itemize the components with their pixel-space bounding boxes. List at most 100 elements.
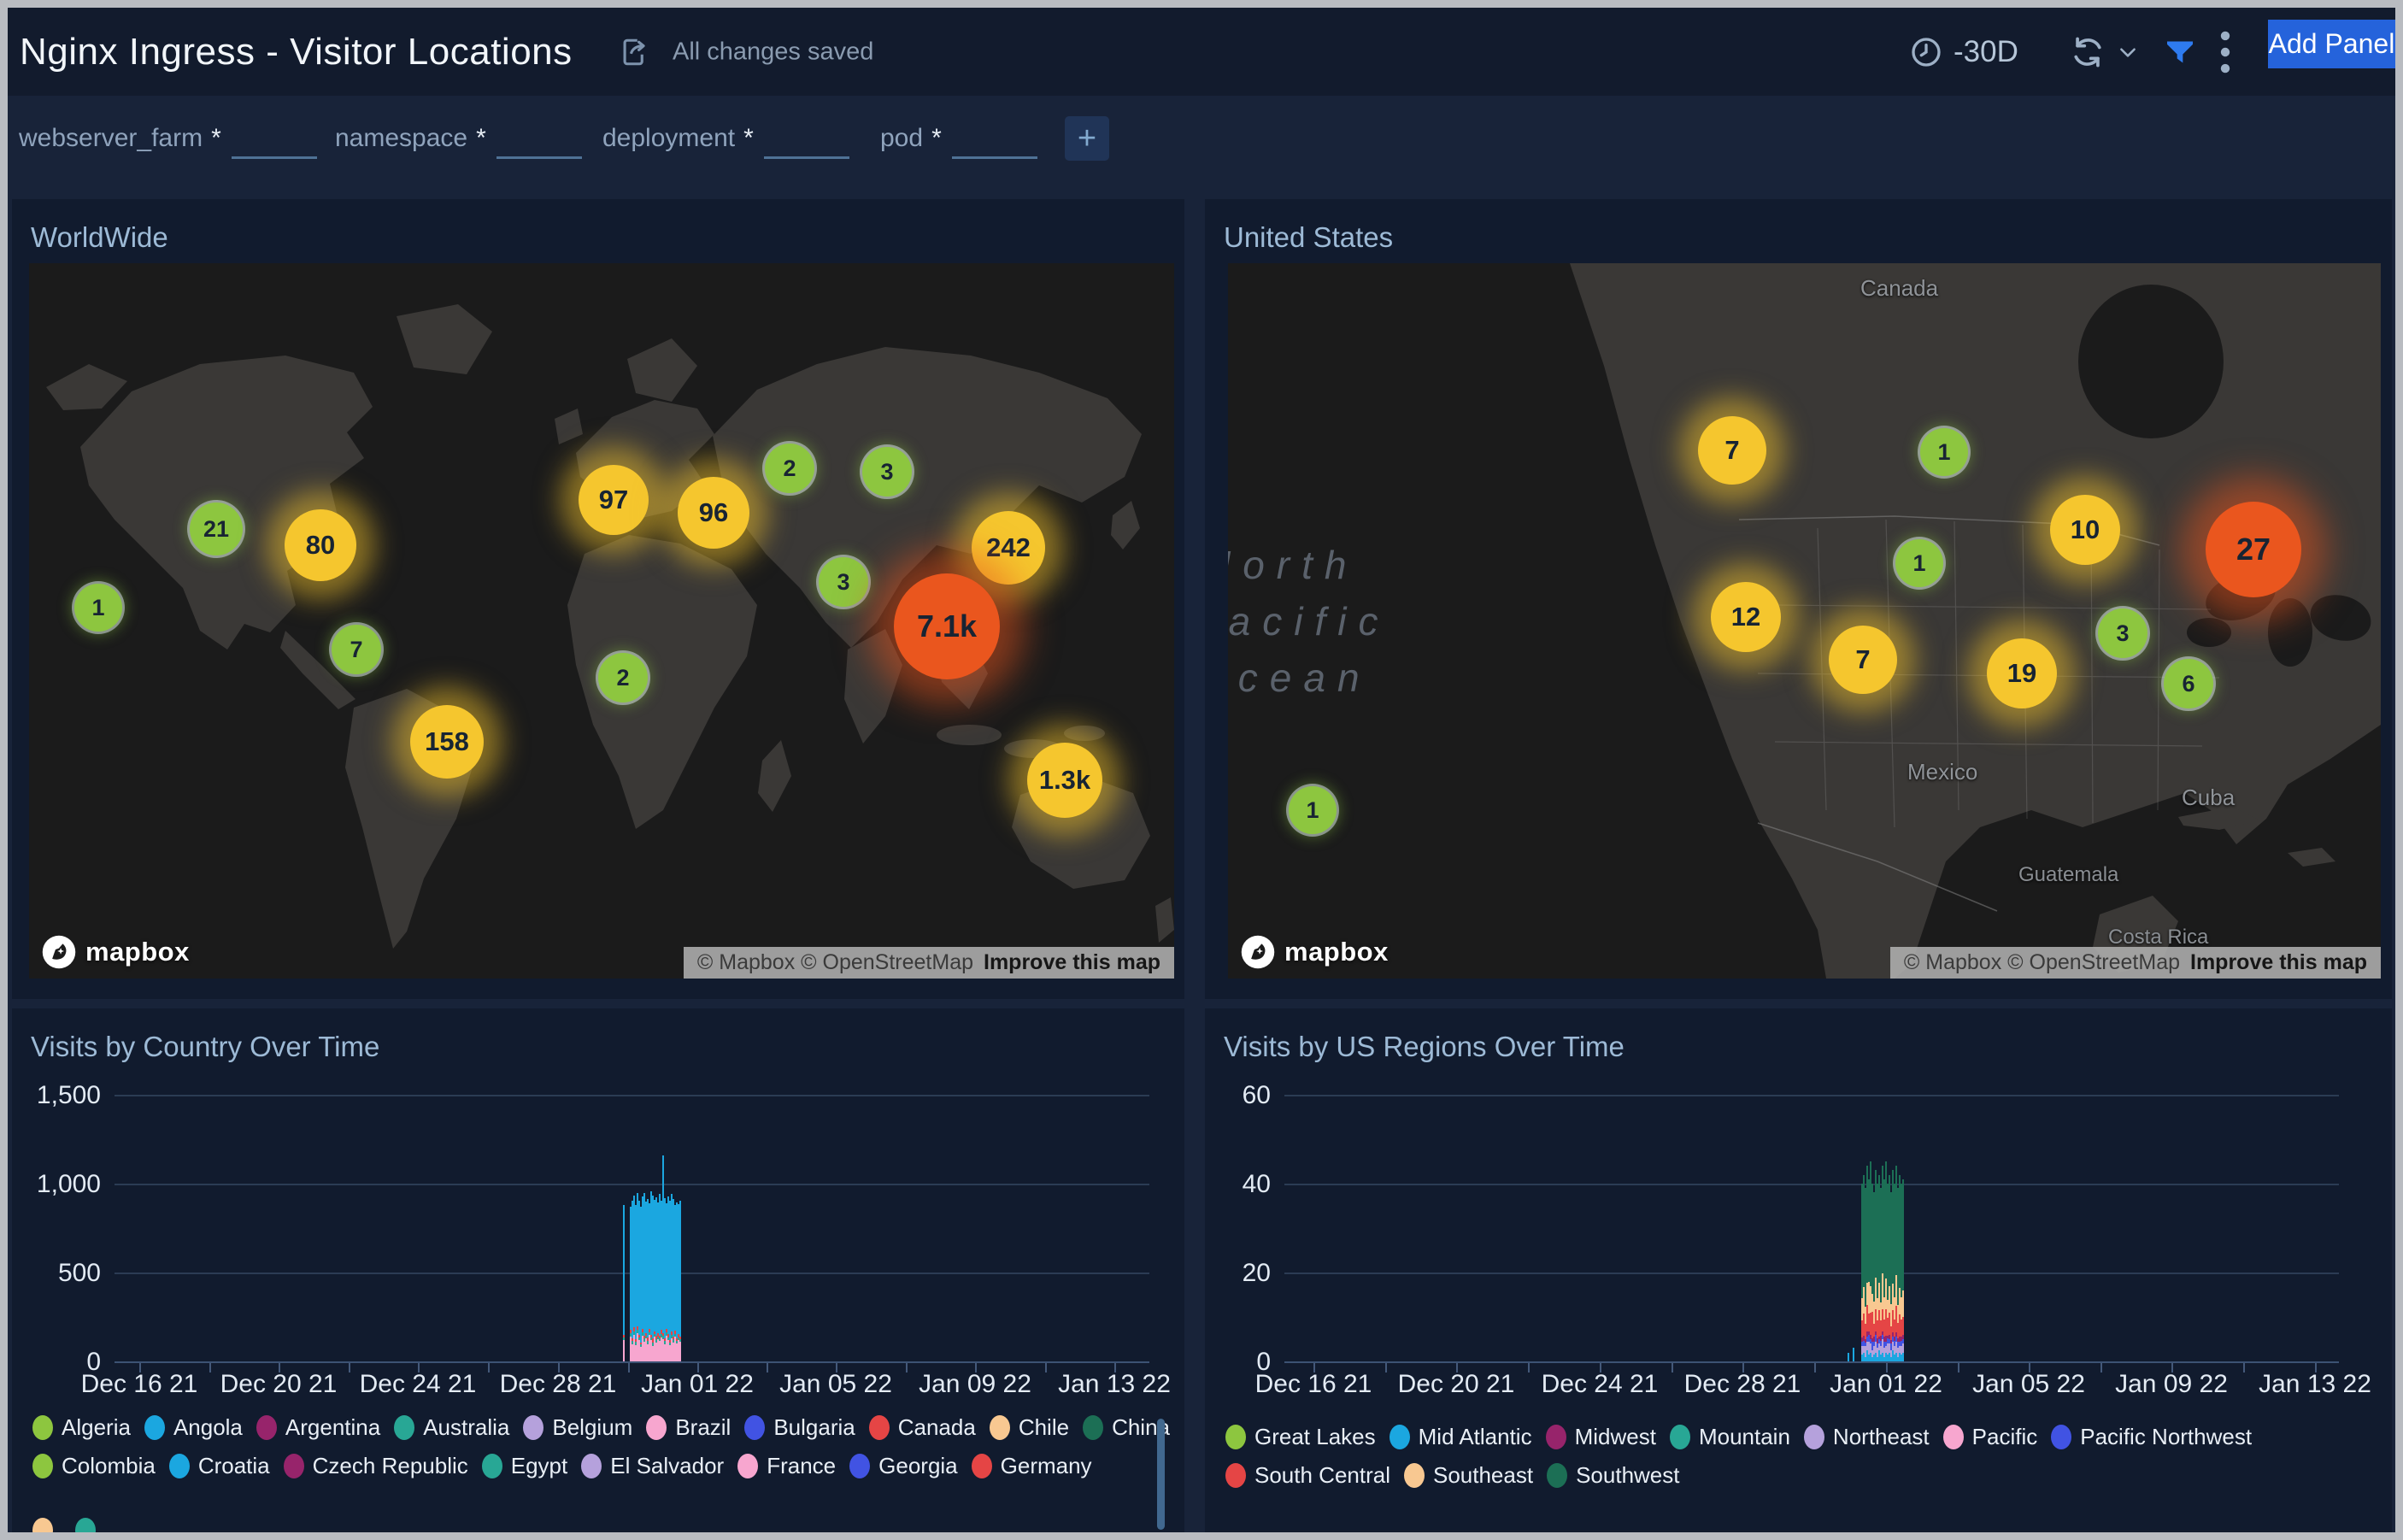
legend-item-canada[interactable]: Canada — [869, 1414, 976, 1441]
legend-item-mid-atlantic[interactable]: Mid Atlantic — [1390, 1424, 1532, 1450]
legend-label: Midwest — [1575, 1424, 1656, 1450]
y-axis-label: 500 — [12, 1259, 101, 1288]
filter-variable-pod: pod* — [880, 118, 1037, 159]
map-bubble-1[interactable]: 1 — [74, 584, 122, 632]
map-bubble-7.1k[interactable]: 7.1k — [894, 573, 1000, 679]
filter-input[interactable] — [764, 121, 849, 159]
refresh-icon — [2069, 33, 2106, 71]
map-bubble-1[interactable]: 1 — [1920, 428, 1968, 476]
map-bubble-7[interactable]: 7 — [1829, 626, 1897, 694]
legend-row — [32, 1518, 104, 1532]
legend-item-egypt[interactable]: Egypt — [482, 1453, 568, 1479]
map-label-ocean: Ocean — [1228, 655, 1372, 701]
legend-item-belgium[interactable]: Belgium — [523, 1414, 632, 1441]
legend-item-france[interactable]: France — [737, 1453, 836, 1479]
dashboard-variables-bar: webserver_farm*namespace*deployment*pod*… — [8, 96, 2395, 181]
legend-label: Germany — [1001, 1453, 1092, 1479]
legend-label: Mountain — [1699, 1424, 1790, 1450]
improve-map-link[interactable]: Improve this map — [984, 950, 1160, 975]
legend-item-colombia[interactable]: Colombia — [32, 1453, 156, 1479]
legend-item-australia[interactable]: Australia — [394, 1414, 509, 1441]
legend-item-czech-republic[interactable]: Czech Republic — [284, 1453, 468, 1479]
map-label-guatemala: Guatemala — [2018, 863, 2118, 887]
map-bubble-27[interactable]: 27 — [2206, 502, 2301, 597]
map-bubble-19[interactable]: 19 — [1987, 638, 2057, 708]
add-panel-button[interactable]: Add Panel — [2268, 20, 2395, 68]
more-menu-button[interactable] — [2219, 8, 2231, 96]
map-bubble-80[interactable]: 80 — [285, 509, 356, 581]
filter-input[interactable] — [496, 121, 582, 159]
x-axis-tick — [1886, 1363, 1888, 1372]
improve-map-link[interactable]: Improve this map — [2190, 950, 2367, 975]
clock-icon — [1909, 35, 1943, 69]
legend-label: Algeria — [62, 1414, 131, 1441]
time-range-control[interactable]: -30D — [1909, 8, 2018, 96]
legend-scrollbar[interactable] — [1157, 1419, 1165, 1530]
legend-item-chile[interactable]: Chile — [990, 1414, 1069, 1441]
legend-item-germany[interactable]: Germany — [972, 1453, 1092, 1479]
map-bubble-10[interactable]: 10 — [2050, 495, 2120, 565]
mapbox-icon — [41, 934, 77, 970]
legend-item-georgia[interactable]: Georgia — [849, 1453, 958, 1479]
map-bubble-96[interactable]: 96 — [678, 477, 749, 549]
legend-item-argentina[interactable]: Argentina — [256, 1414, 380, 1441]
legend-item-pacific-northwest[interactable]: Pacific Northwest — [2051, 1424, 2252, 1450]
legend-item-bulgaria[interactable]: Bulgaria — [744, 1414, 855, 1441]
legend-item-pacific[interactable]: Pacific — [1943, 1424, 2038, 1450]
filter-input[interactable] — [232, 121, 317, 159]
map-bubble-242[interactable]: 242 — [972, 511, 1045, 585]
filter-variable-deployment: deployment* — [602, 118, 849, 159]
legend-item-algeria[interactable]: Algeria — [32, 1414, 131, 1441]
x-axis-label: Jan 05 22 — [1952, 1370, 2106, 1399]
map-bubble-7[interactable]: 7 — [332, 625, 381, 674]
x-axis-tick — [697, 1363, 699, 1372]
filter-label: pod — [880, 118, 923, 159]
x-axis-label: Dec 24 21 — [1523, 1370, 1677, 1399]
legend-label: Argentina — [285, 1414, 380, 1441]
map-bubble-158[interactable]: 158 — [410, 705, 484, 779]
legend-item-southeast[interactable]: Southeast — [1404, 1462, 1533, 1489]
legend-item-great-lakes[interactable]: Great Lakes — [1225, 1424, 1376, 1450]
map-bubble-2[interactable]: 2 — [598, 653, 648, 702]
share-icon[interactable] — [616, 33, 654, 71]
us-map[interactable]: 711027112371961CanadaNorthPacificOceanMe… — [1228, 263, 2381, 979]
legend-item-el-salvador[interactable]: El Salvador — [581, 1453, 724, 1479]
map-bubble-97[interactable]: 97 — [579, 465, 649, 535]
legend-dot — [646, 1415, 667, 1440]
legend-item-south-central[interactable]: South Central — [1225, 1462, 1390, 1489]
y-axis-label: 1,500 — [12, 1081, 101, 1110]
map-bubble-1.3k[interactable]: 1.3k — [1027, 743, 1102, 818]
legend-item-brazil[interactable]: Brazil — [646, 1414, 731, 1441]
map-bubble-1[interactable]: 1 — [1895, 539, 1943, 587]
mapbox-logo-text: mapbox — [85, 937, 190, 967]
map-bubble-3[interactable]: 3 — [862, 447, 912, 497]
filter-button[interactable] — [2163, 8, 2197, 96]
legend-item-mountain[interactable]: Mountain — [1670, 1424, 1790, 1450]
mapbox-logo[interactable]: mapbox — [41, 934, 190, 970]
legend-item-croatia[interactable]: Croatia — [169, 1453, 270, 1479]
legend-item-midwest[interactable]: Midwest — [1546, 1424, 1656, 1450]
legend-item-clipped[interactable] — [75, 1518, 104, 1532]
map-bubble-2[interactable]: 2 — [765, 444, 814, 493]
map-bubble-1[interactable]: 1 — [1289, 786, 1337, 834]
attribution-text: © Mapbox © OpenStreetMap — [1904, 950, 2180, 975]
map-bubble-12[interactable]: 12 — [1711, 582, 1781, 652]
map-bubble-7[interactable]: 7 — [1698, 416, 1766, 485]
legend-item-southwest[interactable]: Southwest — [1547, 1462, 1679, 1489]
legend-item-angola[interactable]: Angola — [144, 1414, 243, 1441]
x-axis-tick — [2315, 1363, 2317, 1372]
filter-variable-namespace: namespace* — [335, 118, 582, 159]
mapbox-logo[interactable]: mapbox — [1240, 934, 1389, 970]
refresh-button[interactable] — [2069, 8, 2139, 96]
map-bubble-6[interactable]: 6 — [2164, 659, 2213, 708]
legend-item-clipped[interactable] — [32, 1518, 62, 1532]
map-bubble-3[interactable]: 3 — [2098, 608, 2147, 658]
map-bubble-21[interactable]: 21 — [190, 503, 243, 555]
us-landmass — [1228, 263, 2381, 979]
filter-input[interactable] — [952, 121, 1037, 159]
map-bubble-3[interactable]: 3 — [819, 557, 868, 607]
world-map[interactable]: 21801715897962324237.1k21.3k mapbox © Ma… — [29, 263, 1174, 979]
legend-item-northeast[interactable]: Northeast — [1804, 1424, 1930, 1450]
x-axis-label: Jan 09 22 — [2095, 1370, 2248, 1399]
add-variable-button[interactable]: + — [1065, 116, 1109, 161]
